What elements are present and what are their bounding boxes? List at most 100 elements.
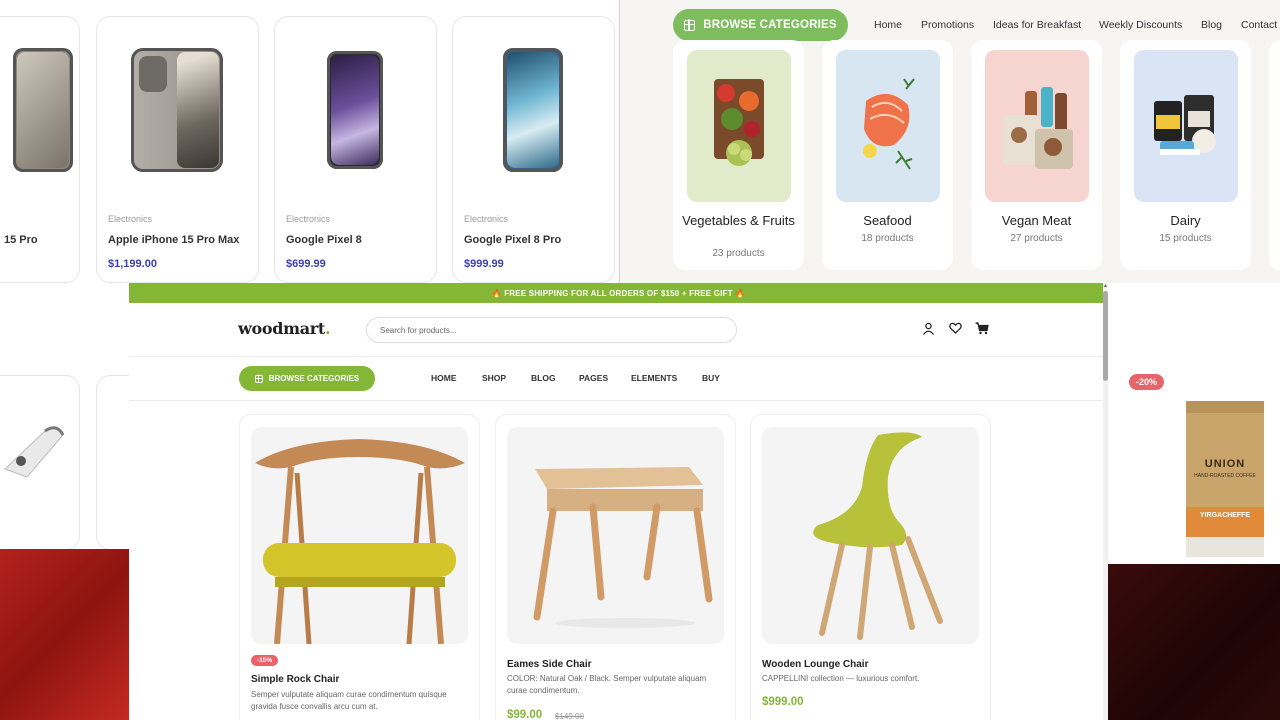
product-title[interactable]: Wooden Lounge Chair — [762, 659, 868, 670]
coffee-subtitle: HAND-ROASTED COFFEE — [1194, 473, 1256, 479]
nav-blog[interactable]: Blog — [1201, 19, 1222, 31]
product-description: COLOR: Natural Oak / Black. Semper vulpu… — [507, 674, 707, 695]
nav-shop[interactable]: SHOP — [482, 373, 506, 383]
nav-divider — [129, 400, 1104, 401]
decorative-background — [0, 549, 129, 720]
browse-categories-button[interactable]: BROWSE CATEGORIES — [673, 9, 848, 41]
scroll-up-icon[interactable]: ▲ — [1103, 283, 1108, 289]
product-price: $99.00 — [507, 709, 543, 720]
search-input[interactable]: Search for products... — [366, 317, 737, 343]
browse-categories-label: BROWSE CATEGORIES — [268, 374, 360, 383]
promo-banner: 🔥 FREE SHIPPING FOR ALL ORDERS OF $150 +… — [129, 283, 1108, 303]
sale-badge: -20% — [1129, 374, 1165, 390]
coffee-variant: YIRGACHEFFE — [1199, 512, 1251, 519]
phone-image — [13, 48, 73, 172]
nav-contact[interactable]: Contact — [1241, 19, 1277, 31]
scrollbar-thumb[interactable] — [1103, 291, 1108, 381]
product-card-iphone-15-pro-max[interactable]: Electronics Apple iPhone 15 Pro Max $1,1… — [96, 16, 259, 283]
coffee-bag-image: UNION HAND-ROASTED COFFEE YIRGACHEFFE — [1186, 401, 1264, 557]
heart-icon[interactable] — [948, 321, 962, 335]
product-card-pixel-8[interactable]: Electronics Google Pixel 8 $699.99 — [274, 16, 437, 283]
product-price: $1,199.00 — [108, 258, 157, 270]
category-card-seafood[interactable]: Seafood 18 products — [822, 40, 953, 270]
coffee-brand: UNION — [1204, 458, 1246, 470]
right-strip-panel: -20% UNION HAND-ROASTED COFFEE YIRGACHEF… — [1108, 283, 1280, 720]
woodmart-window: 🔥 FREE SHIPPING FOR ALL ORDERS OF $150 +… — [129, 283, 1108, 720]
product-image — [251, 427, 468, 644]
product-title[interactable]: Simple Rock Chair — [251, 674, 339, 685]
category-card-dairy[interactable]: Dairy 15 products — [1120, 40, 1251, 270]
category-image — [1134, 50, 1238, 202]
product-title[interactable]: Eames Side Chair — [507, 659, 591, 670]
cart-icon[interactable] — [975, 321, 989, 335]
category-image — [836, 50, 940, 202]
category-title: Seafood — [863, 213, 912, 228]
nav-promotions[interactable]: Promotions — [921, 19, 974, 31]
product-category: Electronics — [286, 214, 331, 224]
nav-blog[interactable]: BLOG — [531, 373, 556, 383]
discount-badge: -15% — [251, 655, 279, 666]
product-card-iphone-15-pro[interactable]: 15 Pro — [0, 16, 80, 283]
product-description: CAPPELLINI collection — luxurious comfor… — [762, 674, 920, 683]
product-image — [4, 426, 65, 478]
product-name[interactable]: 15 Pro — [4, 234, 38, 246]
scrollbar[interactable]: ▲ — [1103, 283, 1108, 720]
nav-home[interactable]: Home — [874, 19, 902, 31]
product-image — [0, 45, 93, 175]
browse-categories-label: BROWSE CATEGORIES — [703, 19, 837, 31]
category-image — [687, 50, 791, 202]
grid-icon — [683, 18, 696, 31]
phone-image — [131, 48, 223, 172]
category-title: Vegan Meat — [1001, 213, 1072, 228]
category-image — [985, 50, 1089, 202]
product-category: Electronics — [464, 214, 509, 224]
product-card-partial-2[interactable] — [96, 375, 129, 550]
category-count: 18 products — [861, 233, 914, 244]
product-name[interactable]: Apple iPhone 15 Pro Max — [108, 234, 239, 246]
product-image — [483, 45, 583, 175]
browse-categories-button[interactable]: BROWSE CATEGORIES — [239, 366, 375, 391]
category-card-vegetables[interactable]: Vegetables & Fruits 23 products — [673, 40, 804, 270]
product-card-simple-rock-chair[interactable]: -15% Simple Rock Chair Semper vulputate … — [239, 414, 480, 720]
product-name[interactable]: Google Pixel 8 — [286, 234, 362, 246]
product-image — [305, 45, 405, 175]
logo-text: woodmart — [238, 319, 326, 338]
category-card-partial[interactable] — [1269, 40, 1280, 270]
nav-weekly-discounts[interactable]: Weekly Discounts — [1099, 19, 1182, 31]
product-image — [127, 45, 227, 175]
product-description: Semper vulputate aliquam curae condiment… — [251, 690, 447, 711]
category-count: 15 products — [1159, 233, 1212, 244]
product-image — [762, 427, 979, 644]
logo-dot: . — [325, 319, 331, 338]
category-count: 27 products — [1010, 233, 1063, 244]
phone-image — [503, 48, 563, 172]
nav-buy[interactable]: BUY — [702, 373, 720, 383]
product-card-partial[interactable] — [0, 375, 80, 550]
product-old-price: $149.00 — [555, 712, 584, 720]
site-logo[interactable]: woodmart. — [238, 319, 331, 338]
grid-icon — [254, 374, 263, 383]
product-price: $699.99 — [286, 258, 326, 270]
nav-pages[interactable]: PAGES — [579, 373, 608, 383]
left-strip-panel — [0, 283, 129, 720]
search-placeholder: Search for products... — [380, 325, 457, 335]
product-category: Electronics — [108, 214, 153, 224]
product-image — [507, 427, 724, 644]
header-divider — [129, 356, 1104, 357]
product-name[interactable]: Google Pixel 8 Pro — [464, 234, 561, 246]
phones-panel: 15 Pro Electronics Apple iPhone 15 Pro M… — [0, 0, 618, 283]
product-card-eames-side-chair[interactable]: Eames Side Chair COLOR: Natural Oak / Bl… — [495, 414, 736, 720]
nav-ideas-for-breakfast[interactable]: Ideas for Breakfast — [993, 19, 1081, 31]
nav-home[interactable]: HOME — [431, 373, 457, 383]
product-card-pixel-8-pro[interactable]: Electronics Google Pixel 8 Pro $999.99 — [452, 16, 615, 283]
user-icon[interactable] — [921, 321, 935, 335]
product-card-wooden-lounge-chair[interactable]: Wooden Lounge Chair CAPPELLINI collectio… — [750, 414, 991, 720]
decorative-background — [1108, 564, 1280, 720]
category-card-vegan-meat[interactable]: Vegan Meat 27 products — [971, 40, 1102, 270]
product-price: $999.00 — [762, 696, 804, 708]
phone-image — [327, 51, 383, 169]
grocery-panel: BROWSE CATEGORIES Home Promotions Ideas … — [619, 0, 1280, 283]
nav-elements[interactable]: ELEMENTS — [631, 373, 677, 383]
product-price: $999.99 — [464, 258, 504, 270]
category-title: Vegetables & Fruits — [682, 213, 795, 228]
